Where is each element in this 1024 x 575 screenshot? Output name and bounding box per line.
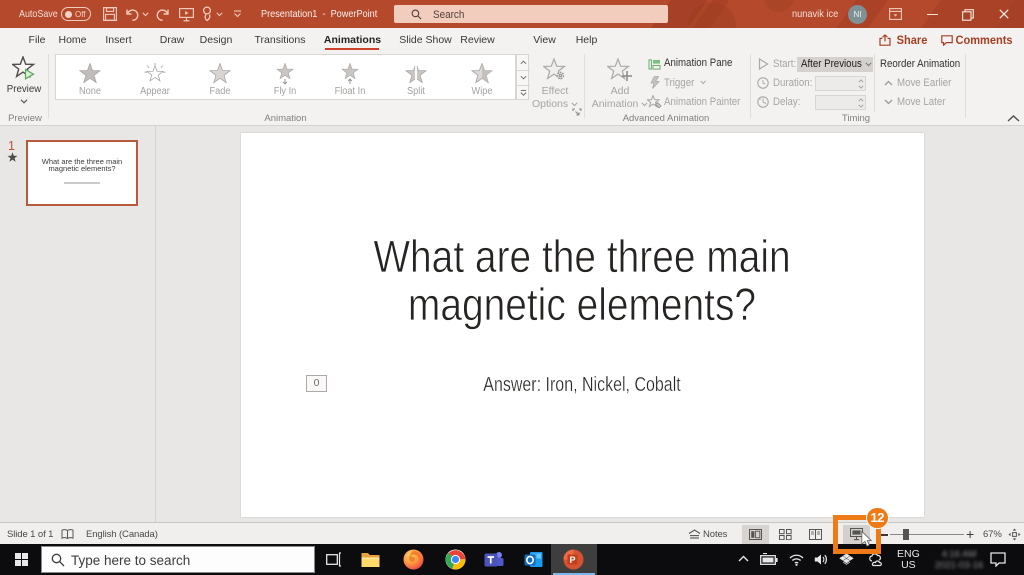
- svg-text:P: P: [569, 555, 575, 565]
